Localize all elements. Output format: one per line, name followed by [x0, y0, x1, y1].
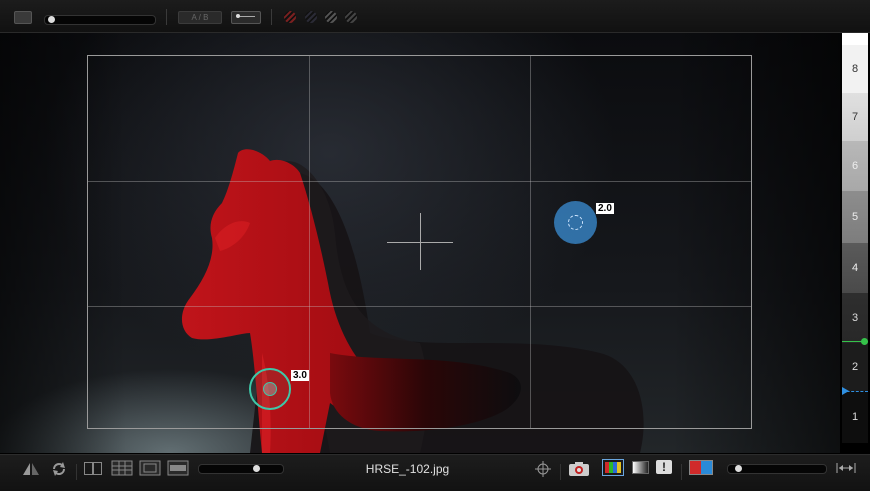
top-zoom-slider[interactable] — [44, 15, 156, 25]
toolbar-divider — [76, 464, 77, 480]
hatch-overlay-red-icon[interactable] — [284, 11, 296, 23]
grid-view-icon[interactable] — [111, 460, 133, 476]
toolbar-divider — [560, 464, 561, 480]
toolbar-divider — [166, 9, 167, 25]
slider-knob[interactable] — [735, 465, 742, 472]
flip-icon[interactable] — [22, 462, 40, 476]
measurement-marker-center[interactable] — [263, 382, 277, 396]
slider-knob[interactable] — [253, 465, 260, 472]
ab-compare-button[interactable]: A / B — [178, 11, 222, 24]
grayscale-gradient-icon[interactable] — [632, 461, 649, 474]
grid-line-horizontal — [88, 306, 751, 307]
hatch-overlay-grey-icon[interactable] — [325, 11, 337, 23]
grid-line-vertical — [530, 56, 531, 428]
film-strip-icon[interactable] — [14, 11, 32, 24]
zone-black-cap — [842, 443, 868, 453]
letterbox-view-icon[interactable] — [167, 460, 189, 476]
grid-line-horizontal — [88, 181, 751, 182]
zone-7: 7 — [842, 93, 868, 141]
hatch-overlay-dark-icon[interactable] — [305, 11, 317, 23]
zone-8: 8 — [842, 45, 868, 93]
zone-1: 1 — [842, 391, 868, 443]
zone-6: 6 — [842, 141, 868, 191]
grid-line-vertical — [309, 56, 310, 428]
slider-knob[interactable] — [48, 16, 55, 23]
marker-label: 3.0 — [291, 370, 309, 381]
zone-5: 5 — [842, 191, 868, 243]
top-toolbar: A / B — [0, 0, 870, 33]
crosshair-icon[interactable] — [534, 460, 552, 478]
exposure-slider[interactable] — [727, 464, 827, 474]
split-line — [92, 463, 94, 474]
zone-indicator-blue-arrow-icon[interactable] — [842, 387, 849, 395]
hatch-overlay-black-icon[interactable] — [345, 11, 357, 23]
line-tool-button[interactable] — [231, 11, 261, 24]
camera-icon[interactable] — [568, 461, 590, 477]
rgb-channels-icon — [605, 462, 621, 473]
zone-3: 3 — [842, 293, 868, 343]
file-name: HRSE_-102.jpg — [365, 462, 450, 476]
toolbar-divider — [681, 464, 682, 480]
zone-2: 2 — [842, 343, 868, 391]
warning-icon[interactable]: ! — [656, 460, 672, 474]
marker-label: 2.0 — [596, 203, 614, 214]
line-tool-dot-icon — [236, 14, 240, 18]
zone-scale: 8 7 6 5 4 3 2 1 — [842, 33, 868, 453]
rotate-icon[interactable] — [50, 460, 68, 478]
center-crosshair-vertical — [420, 213, 421, 270]
image-viewer[interactable]: 3.0 2.0 — [0, 33, 840, 453]
toolbar-divider — [271, 9, 272, 25]
rgb-channels-button[interactable] — [602, 459, 624, 476]
fit-width-icon[interactable] — [836, 462, 856, 474]
measurement-marker-center[interactable] — [568, 215, 583, 230]
clipping-indicator-icon[interactable] — [689, 460, 713, 475]
zone-4: 4 — [842, 243, 868, 293]
split-view-icon[interactable] — [84, 462, 102, 475]
bottom-toolbar: HRSE_-102.jpg ! — [0, 454, 870, 491]
frame-view-icon[interactable] — [139, 460, 161, 476]
zone-indicator-green-dot[interactable] — [861, 338, 868, 345]
bottom-slider[interactable] — [198, 464, 284, 474]
zone-white-cap — [842, 33, 868, 45]
